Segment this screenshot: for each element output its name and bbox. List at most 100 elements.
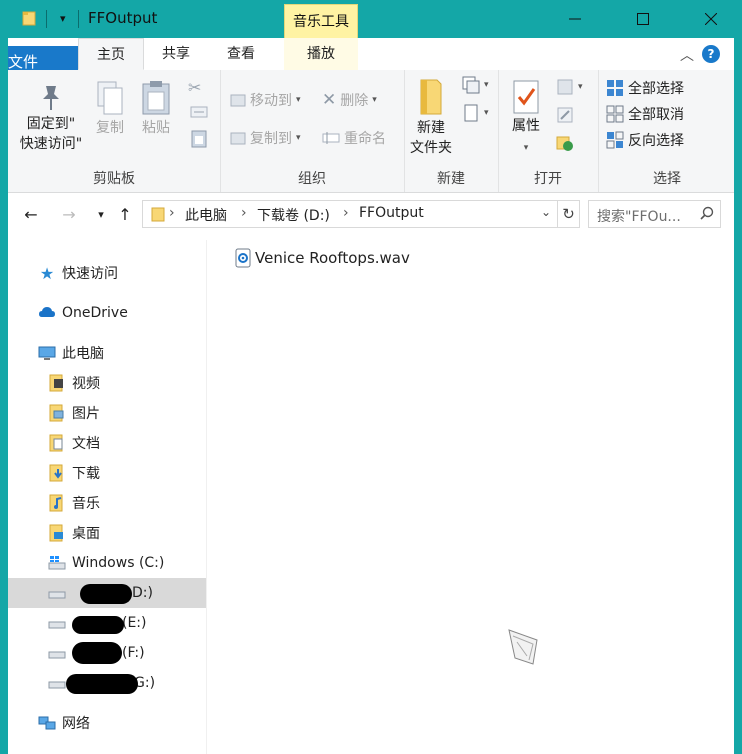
- computer-icon: [38, 346, 56, 360]
- redaction-mark: [72, 642, 122, 664]
- nav-item-pictures[interactable]: 图片: [8, 398, 206, 428]
- copy-to-icon: [230, 132, 246, 145]
- new-folder-button[interactable]: 新建 文件夹: [406, 78, 456, 158]
- delete-button[interactable]: ✕ 删除 ▾: [322, 90, 377, 110]
- breadcrumb-separator-icon[interactable]: ›: [241, 205, 247, 221]
- delete-icon: ✕: [322, 90, 337, 110]
- nav-item-documents[interactable]: 文档: [8, 428, 206, 458]
- video-folder-icon: [49, 374, 63, 392]
- breadcrumb-separator-icon[interactable]: ›: [343, 205, 349, 221]
- redaction-mark: [80, 584, 132, 604]
- nav-label-documents: 文档: [72, 436, 100, 452]
- desktop-folder-icon: [49, 524, 63, 542]
- nav-label-this-pc: 此电脑: [62, 346, 104, 362]
- folder-icon[interactable]: [22, 10, 36, 26]
- refresh-button[interactable]: ↻: [558, 200, 580, 228]
- rename-button[interactable]: 重命名: [322, 128, 386, 148]
- select-all-button[interactable]: 全部选择: [606, 78, 684, 98]
- invert-selection-button[interactable]: 反向选择: [606, 130, 684, 150]
- paste-shortcut-button[interactable]: [191, 128, 207, 148]
- nav-item-drive-e[interactable]: (E:): [8, 608, 206, 638]
- rename-icon: [322, 132, 340, 144]
- properties-button[interactable]: 属性 ▾: [506, 80, 546, 158]
- edit-icon: [557, 107, 573, 123]
- pin-quick-access-button[interactable]: 固定到" 快速访问": [16, 82, 86, 154]
- move-to-button[interactable]: 移动到 ▾: [230, 90, 301, 110]
- drive-icon: [48, 681, 66, 689]
- nav-item-network[interactable]: 网络: [8, 708, 206, 738]
- nav-item-music[interactable]: 音乐: [8, 488, 206, 518]
- properties-dropdown-icon[interactable]: ▾: [524, 143, 529, 153]
- back-button[interactable]: ←: [18, 202, 44, 228]
- delete-label: 删除: [340, 93, 369, 109]
- paste-button[interactable]: 粘贴: [136, 80, 176, 138]
- group-label-select: 选择: [653, 171, 681, 187]
- pin-label-line1: 固定到": [26, 116, 76, 132]
- copy-to-button[interactable]: 复制到 ▾: [230, 128, 301, 148]
- breadcrumb-this-pc[interactable]: 此电脑: [185, 205, 227, 225]
- copy-button[interactable]: 复制: [90, 80, 130, 138]
- forward-button[interactable]: →: [56, 202, 82, 228]
- ribbon: 固定到" 快速访问" 复制 粘贴 ✂ 剪贴板 移动到 ▾ 复制到 ▾ ✕ 删除 …: [8, 70, 734, 193]
- breadcrumb-drive-d[interactable]: 下载卷 (D:): [257, 205, 330, 225]
- nav-item-drive-g[interactable]: G:): [8, 668, 206, 698]
- select-none-button[interactable]: 全部取消: [606, 104, 684, 124]
- new-item-button[interactable]: ▾: [462, 76, 489, 94]
- search-icon: [700, 206, 714, 220]
- file-list: Venice Rooftops.wav: [207, 240, 734, 754]
- nav-item-desktop[interactable]: 桌面: [8, 518, 206, 548]
- navigation-row: ← → ▾ ↑ › 此电脑 › 下载卷 (D:) › FFOutput ⌄ ↻ …: [8, 198, 734, 232]
- history-button[interactable]: [556, 134, 574, 152]
- nav-item-drive-f[interactable]: (F:): [8, 638, 206, 668]
- search-input[interactable]: 搜索"FFOu...: [588, 200, 721, 228]
- group-label-clipboard: 剪贴板: [93, 171, 135, 187]
- help-icon[interactable]: ?: [702, 45, 720, 63]
- nav-item-quick-access[interactable]: ★ 快速访问: [8, 258, 206, 288]
- breadcrumb-separator-icon[interactable]: ›: [169, 205, 175, 221]
- quick-access-dropdown-icon[interactable]: ▾: [60, 12, 66, 25]
- list-item[interactable]: Venice Rooftops.wav: [235, 248, 410, 268]
- star-icon: ★: [39, 263, 55, 283]
- paste-label: 粘贴: [142, 120, 170, 136]
- collapse-ribbon-icon[interactable]: ︿: [680, 45, 694, 65]
- address-bar[interactable]: › 此电脑 › 下载卷 (D:) › FFOutput ⌄: [142, 200, 558, 228]
- pictures-folder-icon: [49, 404, 64, 422]
- open-button[interactable]: ▾: [556, 78, 583, 96]
- maximize-button[interactable]: [620, 0, 666, 38]
- close-button[interactable]: [688, 0, 734, 38]
- pin-icon: [43, 86, 59, 110]
- tab-play[interactable]: 播放: [284, 38, 358, 70]
- copy-path-button[interactable]: [190, 104, 208, 120]
- new-item-icon: [462, 76, 480, 94]
- recent-locations-icon[interactable]: ▾: [88, 202, 114, 228]
- toolbar-separator: [46, 10, 47, 28]
- group-label-organize: 组织: [298, 171, 326, 187]
- tab-share[interactable]: 共享: [148, 38, 204, 70]
- edit-button[interactable]: [556, 106, 574, 124]
- easy-access-button[interactable]: ▾: [462, 104, 489, 122]
- address-dropdown-icon[interactable]: ⌄: [541, 205, 551, 219]
- up-button[interactable]: ↑: [112, 202, 138, 228]
- nav-item-downloads[interactable]: 下载: [8, 458, 206, 488]
- redaction-mark: [72, 616, 124, 634]
- minimize-button[interactable]: [552, 0, 598, 38]
- nav-item-drive-c[interactable]: Windows (C:): [8, 548, 206, 578]
- cut-button[interactable]: ✂: [188, 78, 201, 97]
- context-tab-music-tools: 音乐工具: [284, 4, 358, 38]
- nav-item-onedrive[interactable]: OneDrive: [8, 298, 206, 328]
- tab-view[interactable]: 查看: [212, 38, 270, 70]
- cloud-icon: [39, 307, 55, 317]
- select-none-label: 全部取消: [628, 107, 684, 123]
- nav-item-drive-d[interactable]: D:): [8, 578, 206, 608]
- drive-icon: [48, 621, 66, 629]
- group-select: 全部选择 全部取消 反向选择 选择: [598, 70, 736, 192]
- group-new: 新建 文件夹 ▾ ▾ 新建: [404, 70, 499, 192]
- paste-shortcut-icon: [191, 130, 207, 148]
- history-icon: [556, 136, 573, 151]
- nav-item-this-pc[interactable]: 此电脑: [8, 338, 206, 368]
- tab-home[interactable]: 主页: [78, 38, 144, 70]
- group-clipboard: 固定到" 快速访问" 复制 粘贴 ✂ 剪贴板: [8, 70, 221, 192]
- nav-item-videos[interactable]: 视频: [8, 368, 206, 398]
- pin-label-line2: 快速访问": [19, 136, 83, 152]
- breadcrumb-ffoutput[interactable]: FFOutput: [359, 205, 424, 221]
